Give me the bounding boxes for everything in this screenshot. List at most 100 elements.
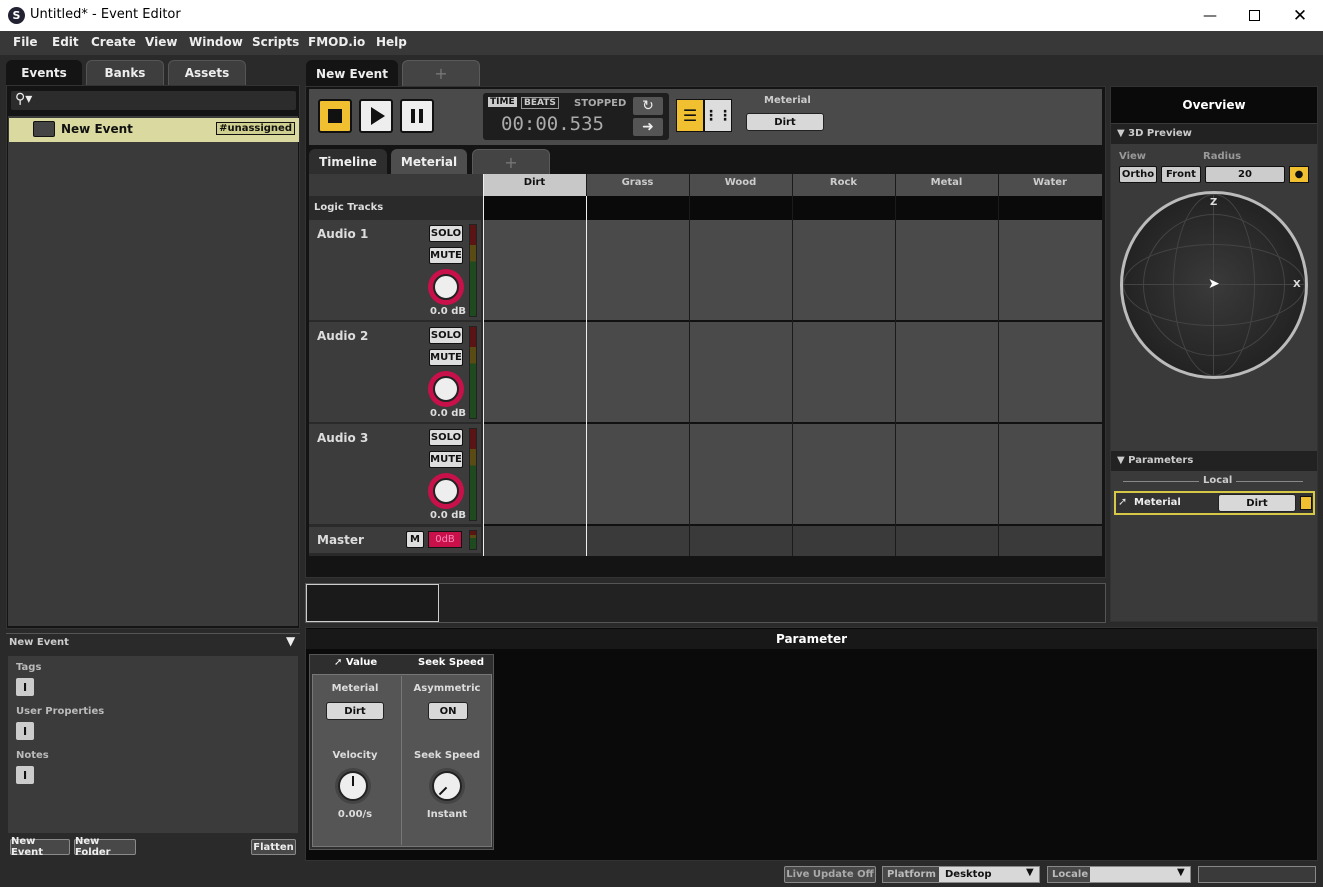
ortho-button[interactable]: Ortho	[1119, 166, 1157, 183]
mute-button[interactable]: MUTE	[429, 451, 463, 468]
master-fader[interactable]: 0dB	[428, 531, 462, 548]
parameter-value[interactable]: Dirt	[746, 113, 824, 131]
search-input[interactable]: ⚲▾	[11, 91, 296, 110]
user-properties-label: User Properties	[16, 706, 105, 717]
new-folder-button[interactable]: New Folder	[74, 836, 136, 858]
time-display: TIME BEATS STOPPED 00:00.535 ↻ ➜	[483, 93, 669, 140]
column-wood[interactable]: Wood	[689, 177, 792, 188]
master-mute-button[interactable]: M	[406, 531, 424, 548]
tab-timeline[interactable]: Timeline	[309, 149, 387, 174]
view-label: View	[1119, 151, 1147, 162]
panel-title: New Event	[9, 637, 69, 648]
locale-selector[interactable]: Locale ▼	[1047, 866, 1191, 883]
solo-button[interactable]: SOLO	[429, 225, 463, 242]
grid-view-button[interactable]: ⋮⋮	[704, 99, 732, 132]
mute-button[interactable]: MUTE	[429, 349, 463, 366]
stop-button[interactable]	[318, 99, 352, 133]
play-button[interactable]	[359, 99, 393, 133]
loop-button[interactable]: ↻	[633, 97, 663, 115]
tab-meterial[interactable]: Meterial	[391, 149, 467, 174]
axis-z-label: Z	[1210, 197, 1218, 208]
parameter-label: Meterial	[764, 95, 811, 106]
tab-value[interactable]: ➚ Value	[334, 657, 377, 668]
mute-button[interactable]: MUTE	[429, 247, 463, 264]
menu-fmodio[interactable]: FMOD.io	[308, 35, 365, 49]
overview-panel: Overview ▼ 3D Preview View Radius Ortho …	[1110, 86, 1318, 622]
volume-knob[interactable]	[428, 473, 464, 509]
track-audio-2[interactable]: Audio 2 SOLO MUTE 0.0 dB	[309, 322, 481, 422]
search-icon: ⚲▾	[15, 91, 33, 107]
solo-button[interactable]: SOLO	[429, 327, 463, 344]
add-tab-button[interactable]: +	[402, 60, 480, 86]
tab-new-event[interactable]: New Event	[306, 60, 398, 86]
asymmetric-toggle[interactable]: ON	[428, 702, 468, 720]
tab-events[interactable]: Events	[6, 60, 82, 85]
text-cursor-icon[interactable]: I	[16, 722, 34, 740]
playhead-cursor[interactable]	[483, 174, 484, 556]
preview-3d-header[interactable]: ▼ 3D Preview	[1117, 128, 1192, 139]
menu-scripts[interactable]: Scripts	[252, 35, 299, 49]
event-browser: ⚲▾ New Event #unassigned	[6, 85, 300, 629]
time-readout: 00:00.535	[501, 113, 604, 135]
front-button[interactable]: Front	[1161, 166, 1201, 183]
listener-icon[interactable]: ➤	[1208, 276, 1220, 292]
menu-view[interactable]: View	[145, 35, 177, 49]
volume-knob[interactable]	[428, 371, 464, 407]
beats-toggle[interactable]: BEATS	[521, 97, 559, 109]
new-event-button[interactable]: New Event	[10, 836, 70, 858]
pause-button[interactable]	[400, 99, 434, 133]
tab-seek-speed[interactable]: Seek Speed	[418, 657, 484, 668]
solo-button[interactable]: SOLO	[429, 429, 463, 446]
volume-value: 0.0 dB	[430, 306, 466, 317]
material-dropdown[interactable]: Dirt	[326, 702, 384, 720]
track-master[interactable]: Master M 0dB	[309, 527, 481, 553]
overview-viewport[interactable]	[306, 584, 439, 622]
menu-help[interactable]: Help	[376, 35, 407, 49]
flatten-button[interactable]: Flatten	[251, 839, 296, 855]
tab-assets[interactable]: Assets	[168, 60, 246, 85]
maximize-icon[interactable]	[1240, 0, 1268, 31]
collapse-icon[interactable]: ▼	[286, 634, 295, 648]
seek-speed-label: Seek Speed	[414, 750, 480, 761]
parameter-name: Meterial	[1134, 497, 1181, 508]
menu-create[interactable]: Create	[91, 35, 136, 49]
add-parameter-tab[interactable]: +	[472, 149, 550, 174]
follow-button[interactable]: ➜	[633, 118, 663, 136]
parameter-dropdown[interactable]: Dirt	[1218, 494, 1296, 512]
volume-knob[interactable]	[428, 269, 464, 305]
platform-selector[interactable]: Platform Desktop ▼	[882, 866, 1040, 883]
column-metal[interactable]: Metal	[895, 177, 998, 188]
column-dirt[interactable]: Dirt	[483, 177, 586, 188]
sphere-view[interactable]: Z X ➤	[1120, 191, 1308, 379]
text-cursor-icon[interactable]: I	[16, 678, 34, 696]
parameter-color-swatch[interactable]	[1300, 496, 1312, 510]
lock-icon[interactable]: ●	[1289, 166, 1309, 183]
menu-window[interactable]: Window	[189, 35, 243, 49]
parameters-header[interactable]: ▼ Parameters	[1117, 455, 1193, 466]
local-label: Local	[1199, 475, 1237, 486]
playhead-cursor[interactable]	[586, 196, 587, 556]
track-name: Audio 3	[317, 431, 369, 445]
list-item[interactable]: New Event #unassigned	[9, 118, 299, 142]
minimize-icon[interactable]: —	[1196, 0, 1224, 31]
close-icon[interactable]: ✕	[1286, 0, 1314, 31]
parameter-row[interactable]: ➚ Meterial Dirt	[1114, 491, 1315, 515]
menu-file[interactable]: File	[13, 35, 38, 49]
column-water[interactable]: Water	[998, 177, 1102, 188]
live-update-button[interactable]: Live Update Off	[784, 866, 876, 883]
platform-label: Platform	[887, 869, 936, 880]
menu-edit[interactable]: Edit	[52, 35, 79, 49]
text-cursor-icon[interactable]: I	[16, 766, 34, 784]
tags-label: Tags	[16, 662, 42, 673]
radius-field[interactable]: 20	[1205, 166, 1285, 183]
tab-banks[interactable]: Banks	[86, 60, 164, 85]
track-audio-3[interactable]: Audio 3 SOLO MUTE 0.0 dB	[309, 424, 481, 524]
velocity-knob[interactable]	[338, 771, 368, 801]
velocity-value: 0.00/s	[337, 809, 373, 820]
list-view-button[interactable]: ☰	[676, 99, 704, 132]
column-rock[interactable]: Rock	[792, 177, 895, 188]
column-grass[interactable]: Grass	[586, 177, 689, 188]
seek-speed-knob[interactable]	[432, 771, 462, 801]
time-toggle[interactable]: TIME	[488, 97, 517, 107]
track-audio-1[interactable]: Audio 1 SOLO MUTE 0.0 dB	[309, 220, 481, 320]
